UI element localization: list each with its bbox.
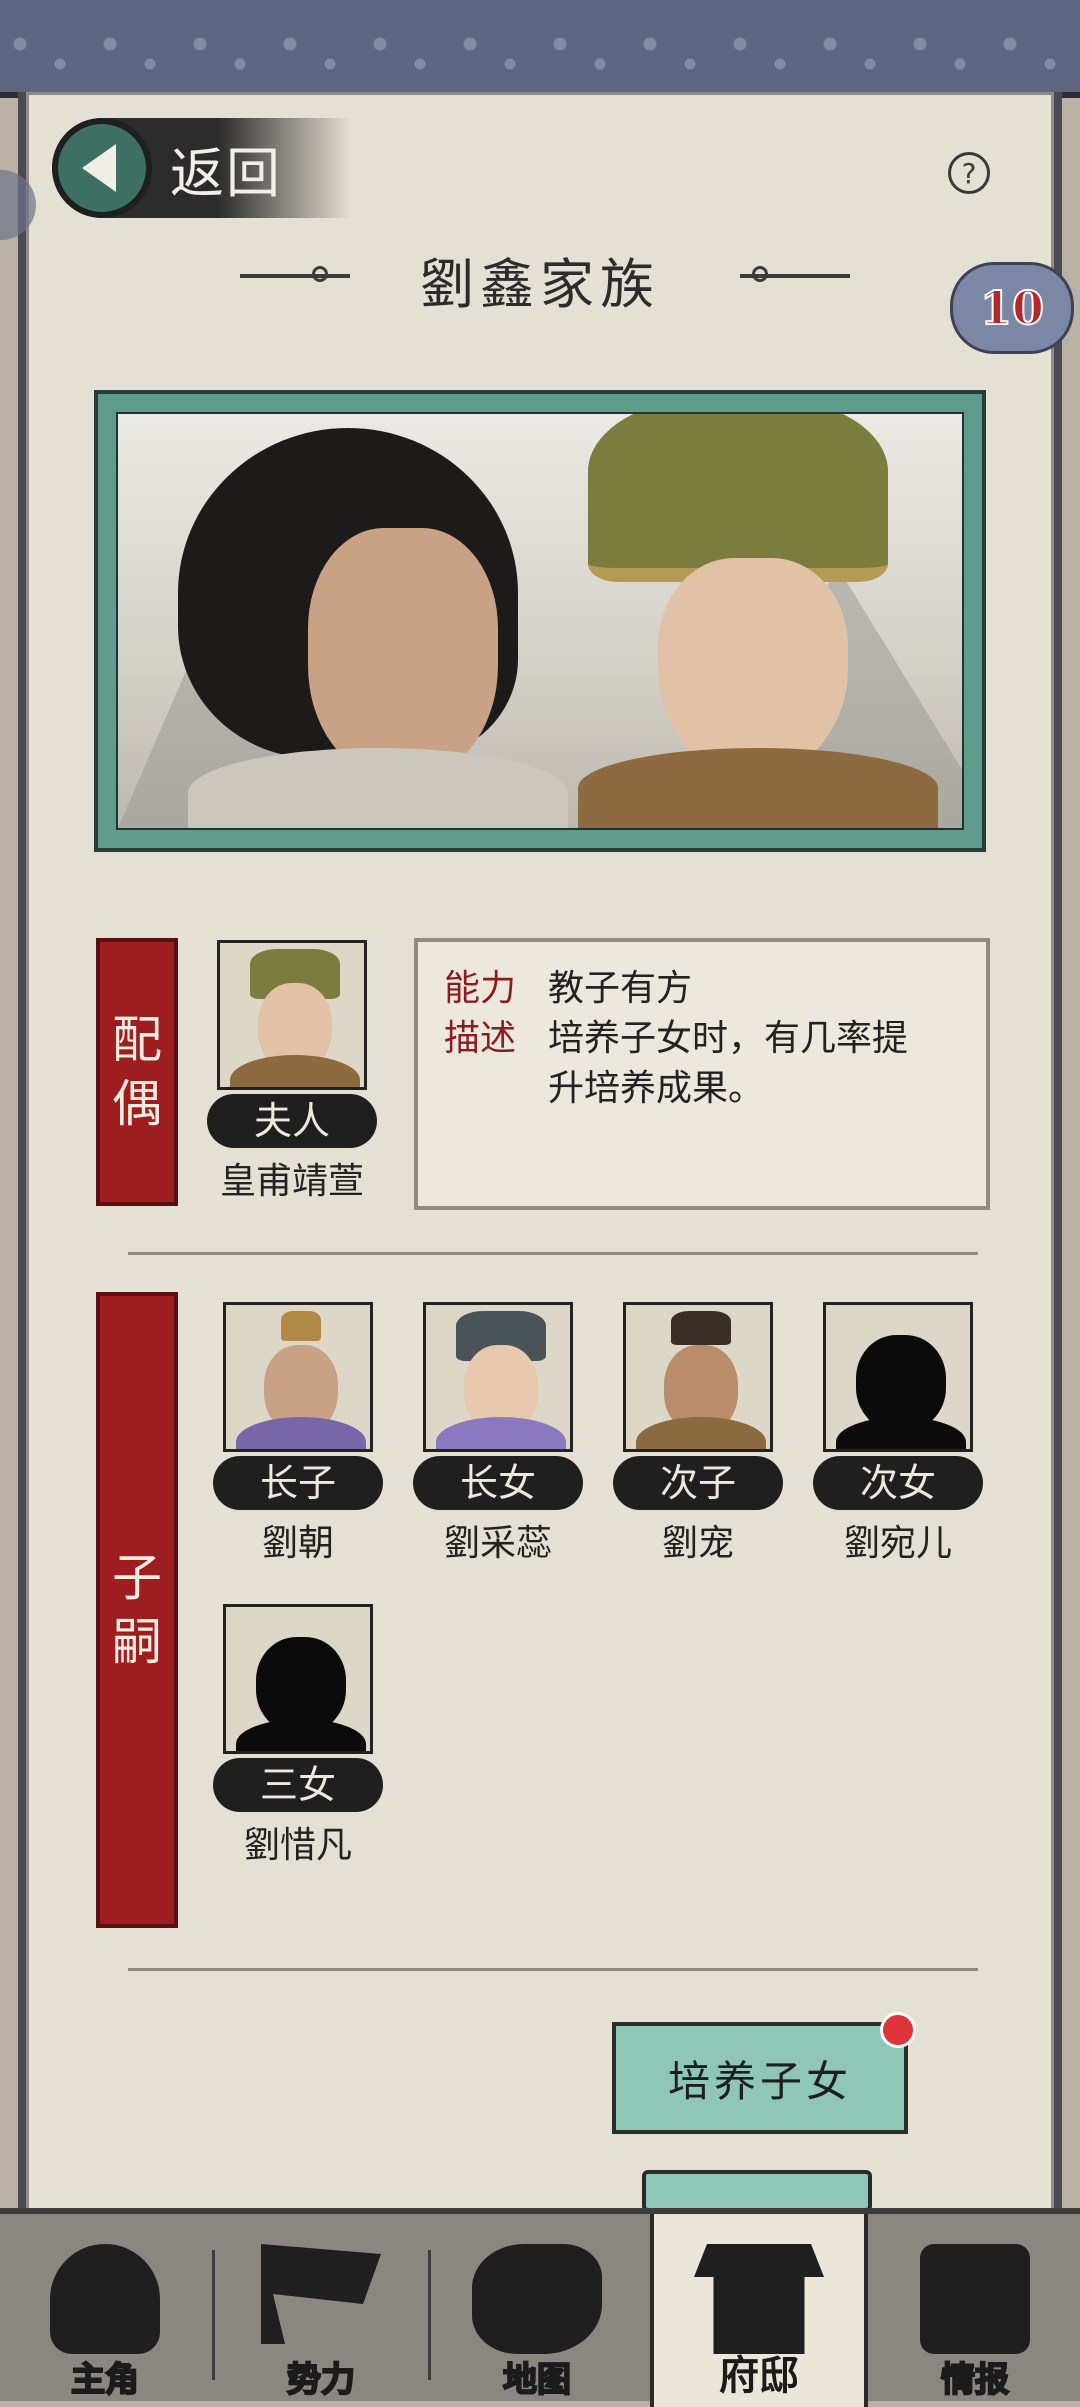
child-role-tag: 次子 (613, 1456, 783, 1510)
unknown-silhouette-icon (223, 1604, 373, 1754)
child-name: 劉宛儿 (843, 1523, 952, 1564)
active-tab-cap (642, 2170, 872, 2212)
back-button[interactable]: 返回 (52, 118, 352, 218)
map-icon (472, 2244, 602, 2354)
title-ornament-left (240, 274, 350, 278)
child-name: 劉惜凡 (243, 1825, 352, 1866)
title-ornament-right (740, 274, 850, 278)
spouse-card[interactable]: 夫人 皇甫靖萱 (192, 940, 392, 1204)
spouse-section-banner: 配 偶 (96, 938, 178, 1206)
spouse-role-tag: 夫人 (207, 1094, 377, 1148)
description-key: 描述 (444, 1018, 517, 1059)
section-divider (128, 1252, 978, 1255)
notification-dot (880, 2012, 916, 2048)
spouse-description-box: 能力 教子有方 描述 培养子女时，有几率提 升培养成果。 (414, 938, 990, 1210)
husband-portrait (158, 418, 568, 828)
child-card[interactable]: 次女 劉宛儿 (798, 1302, 998, 1566)
bottom-nav: 主角 势力 地图 府邸 情报 (0, 2208, 1080, 2407)
description-value: 培养子女时，有几率提 升培养成果。 (548, 1018, 909, 1109)
raise-children-button[interactable]: 培养子女 (612, 2012, 916, 2134)
nav-faction[interactable]: 势力 (216, 2214, 426, 2407)
family-portrait (94, 390, 986, 852)
mansion-icon (694, 2244, 824, 2354)
nav-intel[interactable]: 情报 (870, 2214, 1080, 2407)
section-divider (128, 1968, 978, 1971)
flag-icon (261, 2244, 381, 2344)
child-role-tag: 三女 (213, 1758, 383, 1812)
child-name: 劉采蕊 (443, 1523, 552, 1564)
portrait-art (116, 412, 964, 830)
nav-protagonist[interactable]: 主角 (0, 2214, 210, 2407)
ornament-knot-left (312, 266, 328, 282)
ability-value: 教子有方 (548, 968, 693, 1009)
nav-separator (428, 2250, 431, 2380)
spouse-name: 皇甫靖萱 (219, 1161, 364, 1202)
children-section-banner: 子 嗣 (96, 1292, 178, 1928)
top-decorative-band (0, 0, 1080, 98)
child-avatar (423, 1302, 573, 1452)
protagonist-icon (50, 2244, 160, 2354)
child-card[interactable]: 长女 劉采蕊 (398, 1302, 598, 1566)
child-card[interactable]: 三女 劉惜凡 (198, 1604, 398, 1868)
cloud-badge[interactable]: 10 (950, 262, 1074, 354)
nav-separator (212, 2250, 215, 2380)
back-label: 返回 (170, 141, 282, 205)
child-name: 劉朝 (261, 1523, 334, 1564)
flower-pattern (0, 14, 1080, 82)
child-role-tag: 长女 (413, 1456, 583, 1510)
child-avatar (223, 1302, 373, 1452)
child-role-tag: 次女 (813, 1456, 983, 1510)
wife-portrait (578, 414, 938, 828)
page-title: 劉鑫家族 (420, 253, 660, 316)
badge-count: 10 (979, 280, 1045, 336)
spouse-avatar (217, 940, 367, 1090)
child-card[interactable]: 长子 劉朝 (198, 1302, 398, 1566)
unknown-silhouette-icon (823, 1302, 973, 1452)
scroll-icon (920, 2244, 1030, 2354)
child-card[interactable]: 次子 劉宠 (598, 1302, 798, 1566)
back-arrow-icon (52, 118, 152, 218)
help-icon[interactable]: ? (948, 152, 990, 194)
nav-mansion[interactable]: 府邸 (650, 2214, 868, 2407)
ability-key: 能力 (444, 968, 517, 1009)
child-role-tag: 长子 (213, 1456, 383, 1510)
child-name: 劉宠 (661, 1523, 734, 1564)
child-avatar (623, 1302, 773, 1452)
nav-map[interactable]: 地图 (432, 2214, 642, 2407)
